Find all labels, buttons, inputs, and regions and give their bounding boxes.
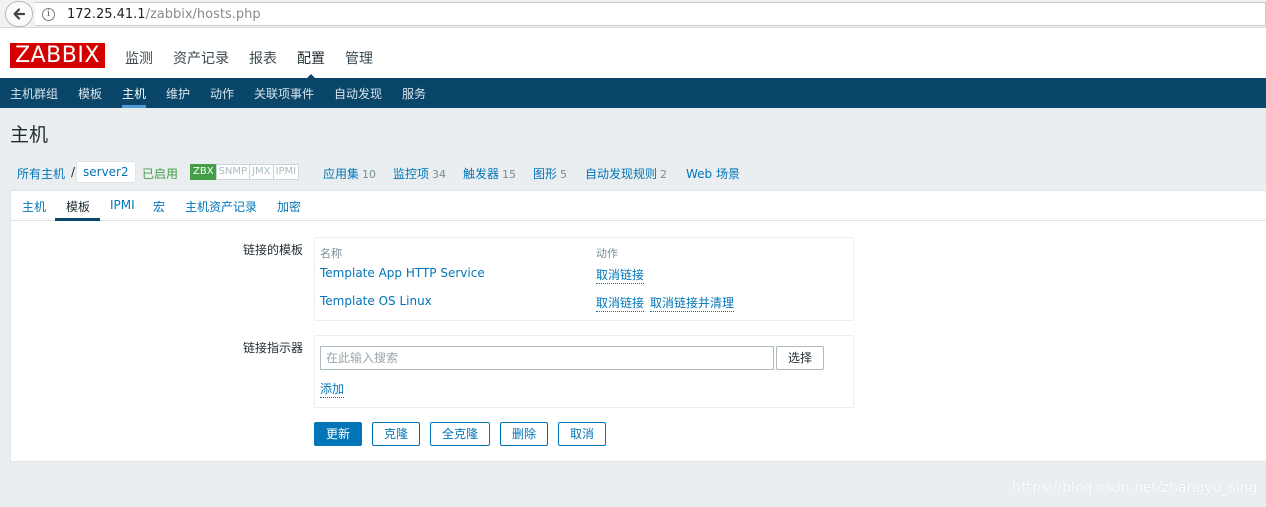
unlink-and-clear-button[interactable]: 取消链接并清理 bbox=[650, 294, 735, 312]
arrow-left-icon bbox=[13, 8, 26, 20]
tab-host[interactable]: 主机 bbox=[22, 198, 46, 215]
page-title: 主机 bbox=[10, 124, 49, 146]
url-text: 172.25.41.1/zabbix/hosts.php bbox=[67, 7, 261, 22]
subnav-event-correlation[interactable]: 关联项事件 bbox=[254, 85, 314, 102]
subnav-discovery[interactable]: 自动发现 bbox=[334, 85, 382, 102]
current-host-link[interactable]: server2 bbox=[76, 161, 136, 183]
web-scenarios-link[interactable]: Web 场景 bbox=[686, 165, 740, 182]
top-header: ZABBIX 监测 资产记录 报表 配置 管理 bbox=[0, 28, 1266, 80]
sub-nav: 主机群组 模板 主机 维护 动作 关联项事件 自动发现 服务 bbox=[0, 78, 1266, 108]
subnav-actions[interactable]: 动作 bbox=[210, 85, 234, 102]
address-bar[interactable]: i 172.25.41.1/zabbix/hosts.php bbox=[35, 2, 1266, 26]
url-path: /zabbix/hosts.php bbox=[145, 7, 261, 22]
applications-label: 应用集 bbox=[323, 167, 360, 181]
all-hosts-link[interactable]: 所有主机 bbox=[17, 165, 65, 182]
select-button[interactable]: 选择 bbox=[776, 346, 824, 370]
menu-item-monitoring[interactable]: 监测 bbox=[125, 48, 153, 68]
subnav-host-groups[interactable]: 主机群组 bbox=[10, 85, 58, 102]
zabbix-logo[interactable]: ZABBIX bbox=[10, 43, 105, 68]
linked-templates-table: 名称 动作 Template App HTTP Service 取消链接 Tem… bbox=[314, 237, 854, 321]
menu-item-reports[interactable]: 报表 bbox=[249, 48, 277, 68]
browser-toolbar: i 172.25.41.1/zabbix/hosts.php bbox=[0, 0, 1266, 28]
subnav-templates[interactable]: 模板 bbox=[78, 85, 102, 102]
full-clone-button[interactable]: 全克隆 bbox=[430, 422, 490, 446]
delete-button[interactable]: 删除 bbox=[500, 422, 548, 446]
menu-item-administration[interactable]: 管理 bbox=[345, 48, 373, 68]
add-template-link[interactable]: 添加 bbox=[320, 380, 345, 398]
availability-zbx: ZBX bbox=[190, 164, 217, 180]
status-badge[interactable]: 已启用 bbox=[142, 165, 178, 182]
browser-back-button[interactable] bbox=[5, 1, 33, 27]
column-header-action: 动作 bbox=[596, 247, 618, 260]
applications-count: 10 bbox=[362, 168, 377, 181]
availability-indicators: ZBX SNMP JMX IPMI bbox=[190, 164, 300, 180]
graphs-link[interactable]: 图形 5 bbox=[533, 165, 567, 182]
link-indicator-label: 链接指示器 bbox=[243, 341, 304, 355]
column-header-name: 名称 bbox=[320, 247, 342, 260]
tab-inventory[interactable]: 主机资产记录 bbox=[185, 198, 257, 215]
items-link[interactable]: 监控项 34 bbox=[393, 165, 446, 182]
graphs-label: 图形 bbox=[533, 167, 558, 181]
tab-macros[interactable]: 宏 bbox=[153, 198, 165, 215]
menu-item-inventory[interactable]: 资产记录 bbox=[173, 48, 229, 68]
tab-ipmi[interactable]: IPMI bbox=[110, 198, 135, 212]
triggers-count: 15 bbox=[502, 168, 517, 181]
availability-jmx: JMX bbox=[249, 164, 274, 180]
template-link-http-service[interactable]: Template App HTTP Service bbox=[320, 266, 485, 280]
breadcrumb-separator: / bbox=[71, 165, 76, 179]
unlink-button[interactable]: 取消链接 bbox=[596, 266, 645, 284]
items-label: 监控项 bbox=[393, 167, 430, 181]
form-tabs: 主机 模板 IPMI 宏 主机资产记录 加密 bbox=[11, 191, 1266, 221]
availability-snmp: SNMP bbox=[215, 164, 251, 180]
active-tab-indicator bbox=[55, 218, 100, 221]
discovery-rules-count: 2 bbox=[660, 168, 668, 181]
subnav-services[interactable]: 服务 bbox=[402, 85, 426, 102]
template-link-os-linux[interactable]: Template OS Linux bbox=[320, 294, 432, 308]
update-button[interactable]: 更新 bbox=[314, 422, 362, 446]
items-count: 34 bbox=[432, 168, 447, 181]
link-indicator-box: 选择 添加 bbox=[314, 335, 854, 408]
tab-encryption[interactable]: 加密 bbox=[277, 198, 301, 215]
triggers-label: 触发器 bbox=[463, 167, 500, 181]
subnav-maintenance[interactable]: 维护 bbox=[166, 85, 190, 102]
subnav-hosts[interactable]: 主机 bbox=[122, 85, 147, 108]
main-menu: 监测 资产记录 报表 配置 管理 bbox=[125, 48, 393, 80]
linked-templates-label: 链接的模板 bbox=[243, 243, 304, 257]
template-search-input[interactable] bbox=[320, 346, 774, 370]
triggers-link[interactable]: 触发器 15 bbox=[463, 165, 516, 182]
cancel-button[interactable]: 取消 bbox=[558, 422, 606, 446]
host-form-panel: 主机 模板 IPMI 宏 主机资产记录 加密 链接的模板 名称 动作 Templ… bbox=[10, 190, 1266, 462]
discovery-rules-link[interactable]: 自动发现规则 2 bbox=[585, 165, 667, 182]
discovery-rules-label: 自动发现规则 bbox=[585, 167, 658, 181]
applications-link[interactable]: 应用集 10 bbox=[323, 165, 376, 182]
watermark: https://blog.csdn.net/zhangyu_sing bbox=[1012, 480, 1258, 496]
menu-item-configuration[interactable]: 配置 bbox=[297, 48, 325, 80]
graphs-count: 5 bbox=[560, 168, 568, 181]
url-host: 172.25.41.1 bbox=[67, 7, 146, 22]
availability-ipmi: IPMI bbox=[272, 164, 300, 180]
clone-button[interactable]: 克隆 bbox=[372, 422, 420, 446]
info-icon[interactable]: i bbox=[42, 8, 55, 21]
host-breadcrumb: 所有主机 / server2 已启用 ZBX SNMP JMX IPMI 应用集… bbox=[0, 160, 1266, 184]
tab-templates[interactable]: 模板 bbox=[66, 198, 90, 215]
unlink-button[interactable]: 取消链接 bbox=[596, 294, 645, 312]
